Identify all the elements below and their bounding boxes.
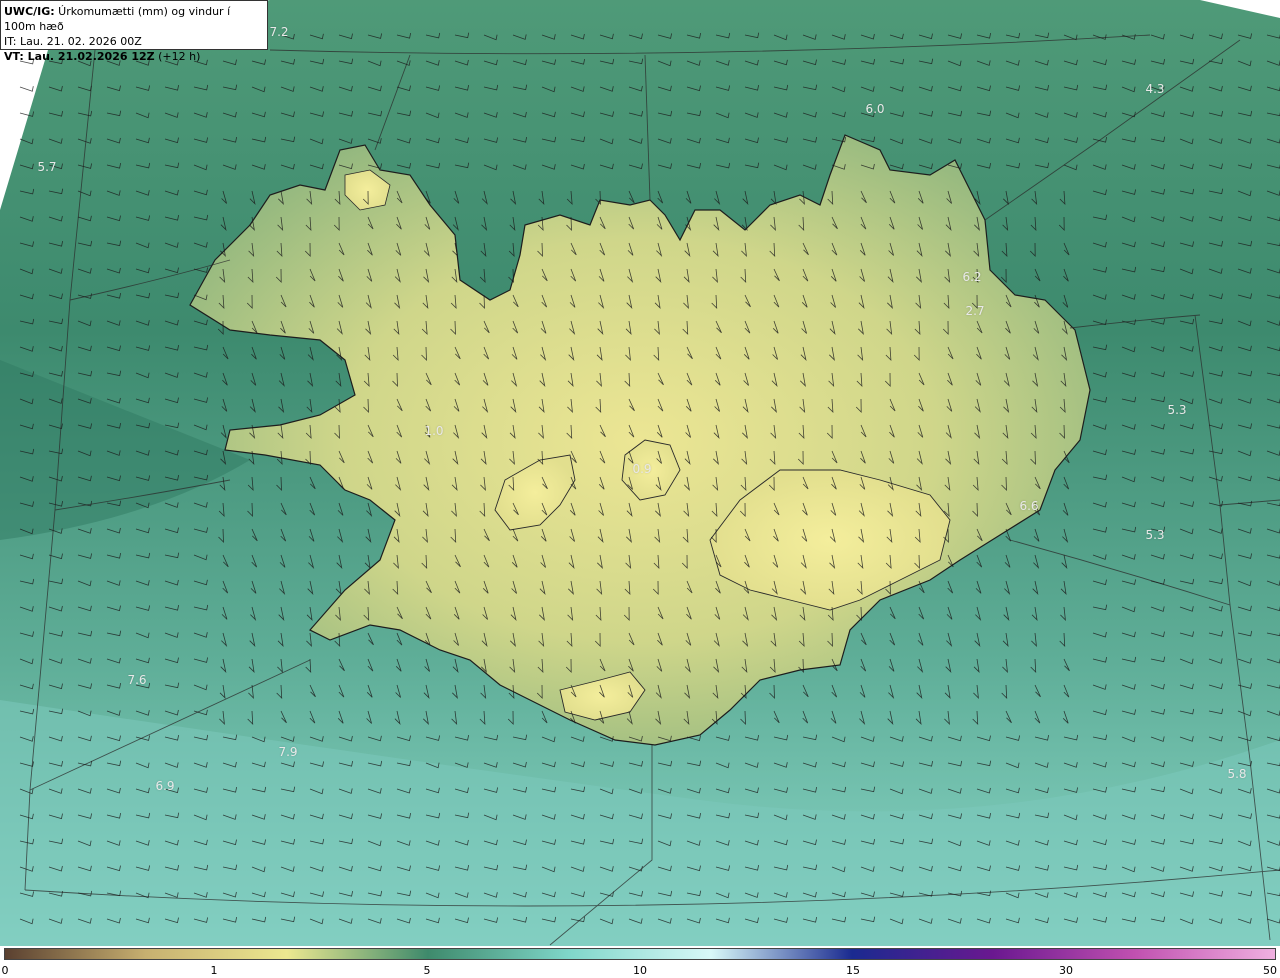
colorbar-tick: 30: [1059, 964, 1073, 977]
lead-time: (+12 h): [154, 50, 201, 63]
valid-time: VT: Lau. 21.02.2026 12Z: [4, 50, 155, 63]
colorbar-tick: 10: [633, 964, 647, 977]
map-value-label: 7.2: [269, 25, 289, 39]
valid-time-line: VT: Lau. 21.02.2026 12Z (+12 h): [4, 49, 264, 64]
colorbar-tick: 5: [423, 964, 431, 977]
map-value-label: 4.3: [1145, 82, 1165, 96]
forecast-map[interactable]: UWC/IG: Úrkomumætti (mm) og vindur í 100…: [0, 0, 1280, 946]
map-value-label: 6.2: [962, 270, 982, 284]
colorbar-tick: 15: [846, 964, 860, 977]
colorbar-tick: 1: [210, 964, 218, 977]
init-time: Lau. 21. 02. 2026 00Z: [16, 35, 142, 48]
map-value-label: 1.0: [424, 424, 444, 438]
colorbar-gradient: [4, 948, 1276, 960]
map-value-label: 5.3: [1145, 528, 1165, 542]
colorbar: 0 1 5 10 15 30 50: [0, 946, 1280, 978]
model-name: UWC/IG:: [4, 5, 55, 18]
map-value-label: 2.7: [965, 304, 985, 318]
map-value-label: 5.7: [37, 160, 57, 174]
wind-barb: [19, 86, 34, 92]
map-value-label: 6.0: [865, 102, 885, 116]
map-value-label: 7.9: [278, 745, 298, 759]
init-time-line: IT: Lau. 21. 02. 2026 00Z: [4, 34, 264, 49]
map-value-label: 5.8: [1227, 767, 1247, 781]
map-value-label: 7.6: [127, 673, 147, 687]
title-line: UWC/IG: Úrkomumætti (mm) og vindur í 100…: [4, 4, 264, 34]
map-value-label: 6.9: [155, 779, 175, 793]
map-header: UWC/IG: Úrkomumætti (mm) og vindur í 100…: [0, 0, 268, 63]
map-value-label: 6.6: [1019, 499, 1039, 513]
colorbar-tick: 50: [1263, 964, 1277, 977]
colorbar-tick: 0: [1, 964, 9, 977]
init-time-prefix: IT:: [4, 35, 17, 48]
map-value-label: 0.9: [632, 462, 652, 476]
map-value-label: 5.3: [1167, 403, 1187, 417]
